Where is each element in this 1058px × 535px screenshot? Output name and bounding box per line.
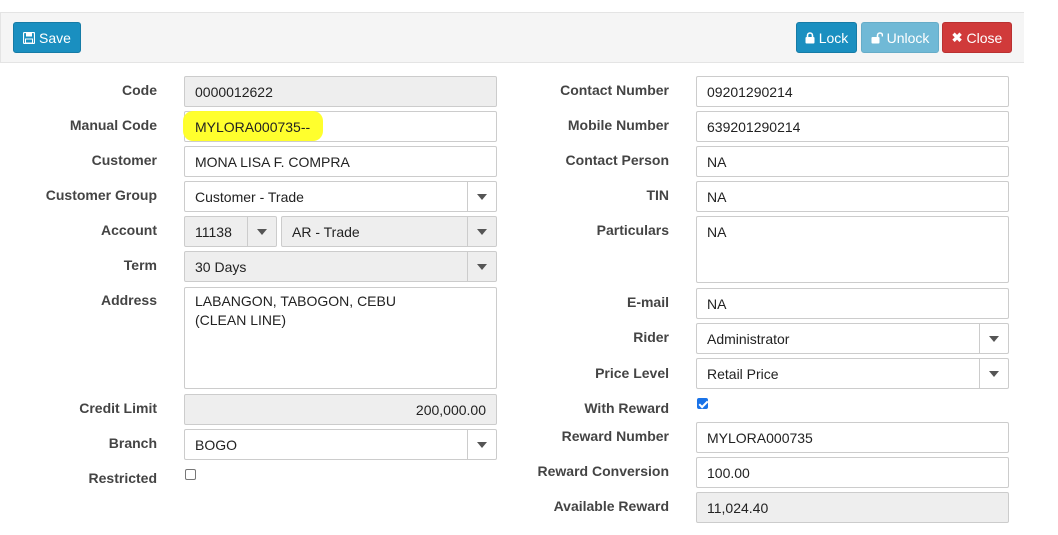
price-level-label: Price Level: [595, 365, 669, 381]
with-reward-checkbox[interactable]: [697, 398, 708, 409]
chevron-down-icon[interactable]: [467, 182, 496, 211]
term-value: 30 Days: [195, 258, 247, 275]
manual-code-value: MYLORA000735--: [195, 118, 311, 135]
customer-field[interactable]: MONA LISA F. COMPRA: [184, 146, 497, 177]
branch-select[interactable]: BOGO: [184, 429, 497, 460]
particulars-textarea[interactable]: NA: [696, 216, 1009, 283]
email-label: E-mail: [626, 294, 669, 310]
address-textarea[interactable]: LABANGON, TABOGON, CEBU (CLEAN LINE): [184, 287, 497, 389]
customer-group-label: Customer Group: [45, 187, 157, 203]
mobile-number-label: Mobile Number: [567, 117, 669, 133]
unlock-icon: [871, 31, 883, 43]
address-label: Address: [100, 292, 157, 308]
term-label: Term: [123, 257, 157, 273]
available-reward-label: Available Reward: [553, 498, 669, 514]
available-reward-field[interactable]: 11,024.40: [696, 492, 1009, 523]
toolbar: Save Lock Unlock ✖ Close: [0, 12, 1024, 63]
term-select[interactable]: 30 Days: [184, 251, 497, 282]
close-button-label: Close: [966, 29, 1003, 46]
unlock-button[interactable]: Unlock: [861, 22, 939, 53]
tin-field[interactable]: NA: [696, 181, 1009, 212]
code-field[interactable]: 0000012622: [184, 76, 497, 107]
rider-value: Administrator: [707, 330, 790, 347]
customer-label: Customer: [91, 152, 157, 168]
lock-icon: [805, 31, 815, 43]
rider-label: Rider: [633, 329, 669, 345]
particulars-label: Particulars: [596, 222, 669, 238]
contact-person-field[interactable]: NA: [696, 146, 1009, 177]
customer-group-select[interactable]: Customer - Trade: [184, 181, 497, 212]
reward-conversion-label: Reward Conversion: [537, 463, 669, 479]
price-level-select[interactable]: Retail Price: [696, 358, 1009, 389]
chevron-down-icon[interactable]: [467, 252, 496, 281]
account-name-select[interactable]: AR - Trade: [281, 216, 497, 247]
rider-select[interactable]: Administrator: [696, 323, 1009, 354]
save-button-label: Save: [39, 29, 71, 46]
credit-limit-field[interactable]: 200,000.00: [184, 394, 497, 425]
chevron-down-icon[interactable]: [467, 430, 496, 459]
account-code-value: 11138: [195, 223, 232, 240]
customer-group-value: Customer - Trade: [195, 188, 304, 205]
email-field[interactable]: NA: [696, 288, 1009, 319]
lock-button-label: Lock: [818, 29, 849, 46]
contact-person-label: Contact Person: [565, 152, 669, 168]
unlock-button-label: Unlock: [886, 29, 930, 46]
reward-number-field[interactable]: MYLORA000735: [696, 422, 1009, 453]
chevron-down-icon[interactable]: [247, 217, 276, 246]
mobile-number-field[interactable]: 639201290214: [696, 111, 1009, 142]
restricted-label: Restricted: [88, 470, 157, 486]
lock-button[interactable]: Lock: [796, 22, 857, 53]
account-label: Account: [101, 222, 157, 238]
chevron-down-icon[interactable]: [979, 359, 1008, 388]
contact-number-label: Contact Number: [560, 82, 669, 98]
credit-limit-label: Credit Limit: [79, 400, 157, 416]
manual-code-label: Manual Code: [69, 117, 157, 133]
branch-label: Branch: [108, 435, 157, 451]
reward-number-label: Reward Number: [561, 428, 669, 444]
code-label: Code: [122, 82, 157, 98]
branch-value: BOGO: [195, 436, 238, 453]
chevron-down-icon[interactable]: [467, 217, 496, 246]
close-button[interactable]: ✖ Close: [942, 22, 1012, 53]
price-level-value: Retail Price: [707, 365, 779, 382]
save-button[interactable]: Save: [13, 22, 81, 53]
reward-conversion-field[interactable]: 100.00: [696, 457, 1009, 488]
save-icon: [23, 31, 36, 44]
account-code-select[interactable]: 11138: [184, 216, 277, 247]
account-name-value: AR - Trade: [292, 223, 360, 240]
close-icon: ✖: [951, 29, 963, 45]
chevron-down-icon[interactable]: [979, 324, 1008, 353]
with-reward-label: With Reward: [584, 400, 669, 416]
tin-label: TIN: [646, 187, 669, 203]
restricted-checkbox[interactable]: [185, 469, 196, 480]
contact-number-field[interactable]: 09201290214: [696, 76, 1009, 107]
